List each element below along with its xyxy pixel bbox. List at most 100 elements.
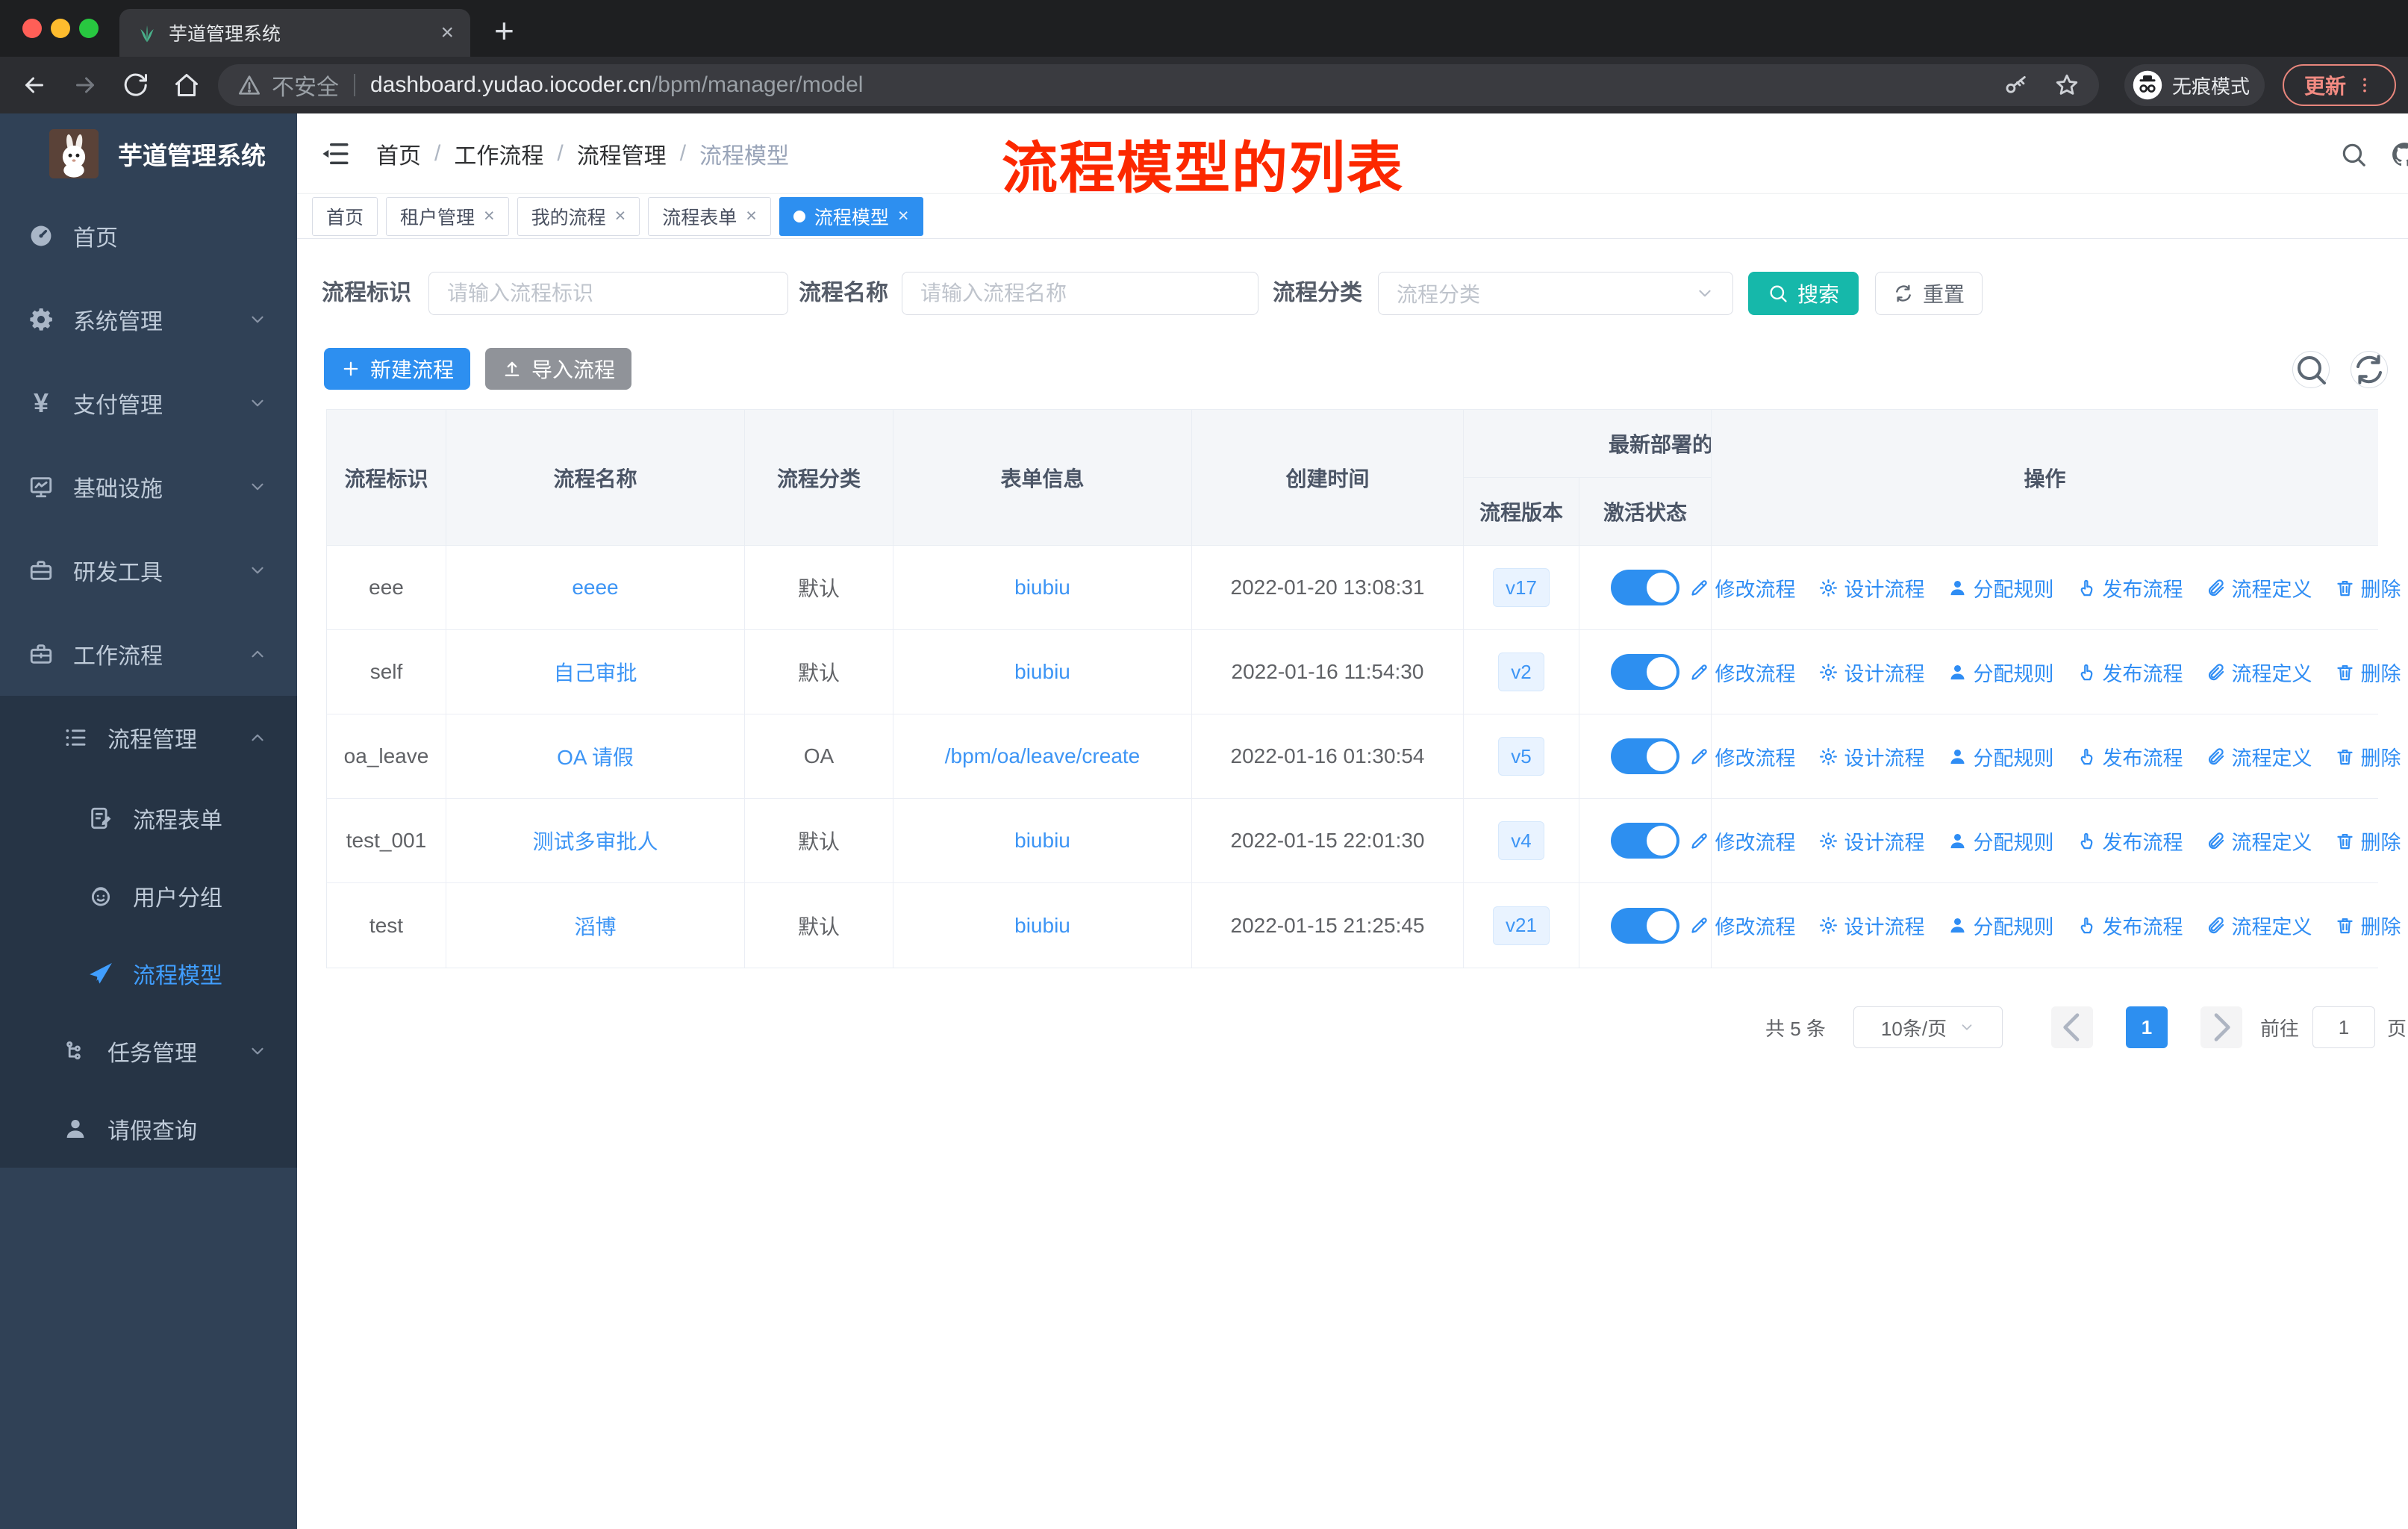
address-bar[interactable]: 不安全 dashboard.yudao.iocoder.cn /bpm/mana…	[218, 64, 2099, 106]
active-toggle[interactable]	[1611, 570, 1679, 605]
action-assign-rule-link[interactable]: 分配规则	[1947, 573, 2054, 602]
forward-icon[interactable]	[72, 72, 99, 99]
browser-update-button[interactable]: 更新	[2283, 64, 2396, 106]
sidebar-item-process-mgmt[interactable]: 流程管理	[0, 696, 297, 779]
form-info-link[interactable]: biubiu	[1014, 914, 1070, 938]
action-delete-link[interactable]: 删除	[2335, 742, 2401, 771]
tag-close-icon[interactable]: ×	[898, 205, 909, 227]
sidebar-item-process-form[interactable]: 流程表单	[0, 779, 297, 857]
action-design-link[interactable]: 设计流程	[1818, 911, 1925, 940]
action-design-link[interactable]: 设计流程	[1818, 573, 1925, 602]
sidebar-item-payment[interactable]: ¥ 支付管理	[0, 361, 297, 445]
home-icon[interactable]	[173, 72, 200, 99]
tag-流程表单[interactable]: 流程表单 ×	[648, 196, 771, 236]
action-assign-rule-link[interactable]: 分配规则	[1947, 742, 2054, 771]
action-delete-link[interactable]: 删除	[2335, 826, 2401, 856]
process-name-link[interactable]: 滔博	[574, 911, 616, 941]
next-page-button[interactable]	[2200, 1006, 2242, 1048]
action-assign-rule-link[interactable]: 分配规则	[1947, 658, 2054, 687]
reset-button[interactable]: 重置	[1875, 272, 1983, 315]
action-delete-link[interactable]: 删除	[2335, 573, 2401, 602]
tag-close-icon[interactable]: ×	[746, 205, 757, 227]
action-publish-link[interactable]: 发布流程	[2077, 742, 2183, 771]
action-publish-link[interactable]: 发布流程	[2077, 911, 2183, 940]
action-assign-rule-link[interactable]: 分配规则	[1947, 826, 2054, 856]
goto-page-input[interactable]: 1	[2312, 1006, 2375, 1048]
version-badge[interactable]: v21	[1493, 906, 1550, 945]
version-badge[interactable]: v5	[1498, 737, 1544, 776]
sidebar-item-home[interactable]: 首页	[0, 194, 297, 278]
sidebar-item-system[interactable]: 系统管理	[0, 278, 297, 361]
version-badge[interactable]: v2	[1498, 653, 1544, 691]
window-minimize-button[interactable]	[51, 19, 70, 38]
action-definition-link[interactable]: 流程定义	[2206, 573, 2312, 602]
action-publish-link[interactable]: 发布流程	[2077, 573, 2183, 602]
action-delete-link[interactable]: 删除	[2335, 658, 2401, 687]
breadcrumb-home[interactable]: 首页	[376, 137, 421, 170]
version-badge[interactable]: v17	[1493, 568, 1550, 607]
sidebar-item-leave-query[interactable]: 请假查询	[0, 1090, 297, 1168]
sidebar-item-task-mgmt[interactable]: 任务管理	[0, 1012, 297, 1090]
active-toggle[interactable]	[1611, 823, 1679, 859]
tag-流程模型[interactable]: 流程模型 ×	[779, 196, 923, 236]
action-edit-link[interactable]: 修改流程	[1689, 573, 1796, 602]
key-icon[interactable]	[2003, 72, 2029, 98]
action-publish-link[interactable]: 发布流程	[2077, 658, 2183, 687]
toggle-search-button[interactable]	[2292, 351, 2330, 388]
sidebar-item-process-model[interactable]: 流程模型	[0, 935, 297, 1012]
form-info-link[interactable]: biubiu	[1014, 660, 1070, 684]
breadcrumb-workflow[interactable]: 工作流程	[454, 137, 543, 170]
form-info-link[interactable]: biubiu	[1014, 829, 1070, 853]
back-icon[interactable]	[21, 72, 48, 99]
tag-首页[interactable]: 首页	[312, 196, 378, 236]
process-key-input[interactable]	[428, 272, 788, 315]
category-select[interactable]: 流程分类	[1378, 272, 1733, 315]
action-publish-link[interactable]: 发布流程	[2077, 826, 2183, 856]
tag-close-icon[interactable]: ×	[615, 205, 626, 227]
process-name-input[interactable]	[902, 272, 1258, 315]
sidebar-item-dev-tools[interactable]: 研发工具	[0, 529, 297, 612]
menu-dots-icon[interactable]	[2355, 75, 2374, 95]
sidebar-item-workflow[interactable]: 工作流程	[0, 612, 297, 696]
form-info-link[interactable]: /bpm/oa/leave/create	[945, 744, 1141, 768]
action-design-link[interactable]: 设计流程	[1818, 826, 1925, 856]
create-process-button[interactable]: 新建流程	[324, 348, 470, 390]
window-zoom-button[interactable]	[79, 19, 99, 38]
tag-close-icon[interactable]: ×	[484, 205, 495, 227]
github-icon[interactable]	[2390, 140, 2408, 169]
action-edit-link[interactable]: 修改流程	[1689, 826, 1796, 856]
current-page-button[interactable]: 1	[2126, 1006, 2168, 1048]
action-delete-link[interactable]: 删除	[2335, 911, 2401, 940]
window-close-button[interactable]	[22, 19, 42, 38]
active-toggle[interactable]	[1611, 907, 1679, 944]
action-definition-link[interactable]: 流程定义	[2206, 742, 2312, 771]
page-size-select[interactable]: 10条/页	[1853, 1006, 2003, 1048]
refresh-table-button[interactable]	[2351, 351, 2388, 388]
action-definition-link[interactable]: 流程定义	[2206, 658, 2312, 687]
action-edit-link[interactable]: 修改流程	[1689, 658, 1796, 687]
header-search-icon[interactable]	[2339, 140, 2368, 169]
app-logo[interactable]: 芋道管理系统	[0, 113, 297, 194]
reload-icon[interactable]	[122, 72, 149, 99]
sidebar-item-infrastructure[interactable]: 基础设施	[0, 445, 297, 529]
tag-我的流程[interactable]: 我的流程 ×	[517, 196, 640, 236]
process-name-link[interactable]: 测试多审批人	[532, 826, 658, 856]
browser-tab[interactable]: 芋道管理系统 ×	[119, 9, 470, 57]
action-edit-link[interactable]: 修改流程	[1689, 742, 1796, 771]
action-edit-link[interactable]: 修改流程	[1689, 911, 1796, 940]
action-design-link[interactable]: 设计流程	[1818, 658, 1925, 687]
breadcrumb-process-mgmt[interactable]: 流程管理	[577, 137, 667, 170]
form-info-link[interactable]: biubiu	[1014, 576, 1070, 600]
active-toggle[interactable]	[1611, 738, 1679, 774]
search-button[interactable]: 搜索	[1748, 272, 1859, 315]
action-definition-link[interactable]: 流程定义	[2206, 911, 2312, 940]
process-name-link[interactable]: 自己审批	[553, 657, 637, 687]
action-definition-link[interactable]: 流程定义	[2206, 826, 2312, 856]
sidebar-item-user-group[interactable]: 用户分组	[0, 857, 297, 935]
tab-close-icon[interactable]: ×	[440, 22, 454, 44]
prev-page-button[interactable]	[2051, 1006, 2093, 1048]
action-design-link[interactable]: 设计流程	[1818, 742, 1925, 771]
action-assign-rule-link[interactable]: 分配规则	[1947, 911, 2054, 940]
bookmark-star-icon[interactable]	[2054, 72, 2080, 98]
active-toggle[interactable]	[1611, 654, 1679, 690]
